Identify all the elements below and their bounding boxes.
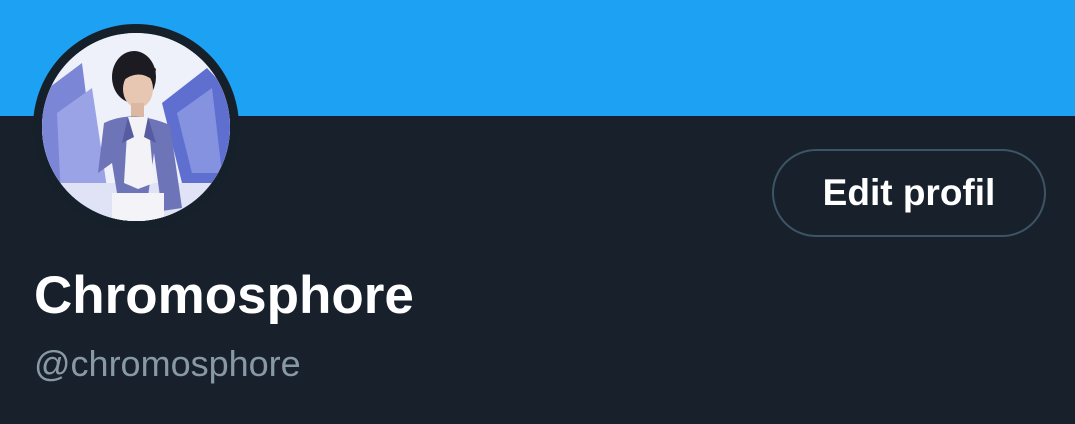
edit-profile-button[interactable]: Edit profil <box>772 149 1046 237</box>
avatar[interactable] <box>42 33 230 221</box>
profile-display-name: Chromosphore <box>34 266 414 325</box>
profile-handle: @chromosphore <box>34 343 301 384</box>
avatar-ring <box>33 24 239 230</box>
avatar-photo <box>42 33 230 221</box>
